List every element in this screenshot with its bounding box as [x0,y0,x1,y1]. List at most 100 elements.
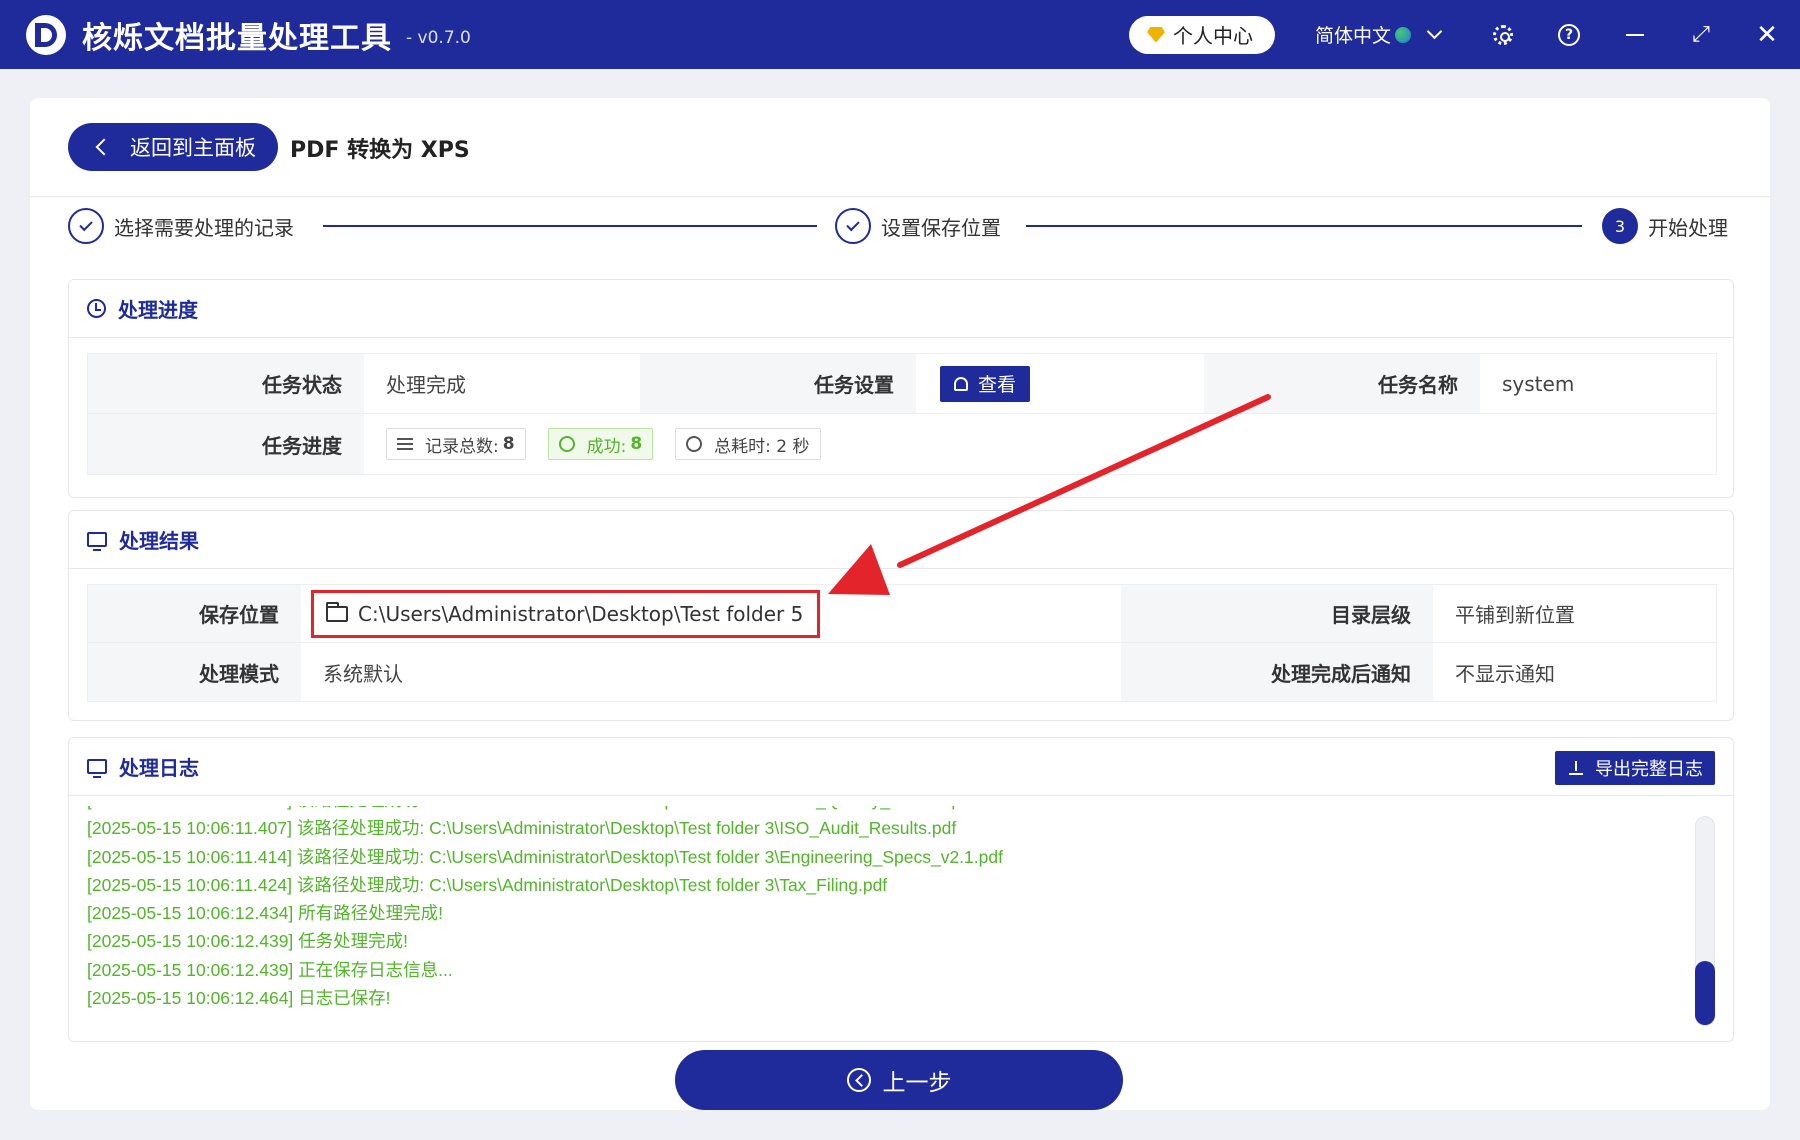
mode-label: 处理模式 [88,643,301,701]
success-label: 成功: [586,436,627,457]
log-line: [2025-05-15 10:06:11.414] 该路径处理成功: C:\Us… [87,846,1003,867]
status-label: 任务状态 [88,354,364,413]
previous-step-button[interactable]: 上一步 [675,1050,1123,1110]
main-panel: 返回到主面板 PDF 转换为 XPS 选择需要处理的记录 设置保存位置 3 开始… [30,98,1770,1110]
settings-button[interactable] [1470,0,1536,69]
success-value: 8 [630,434,643,454]
view-label: 查看 [978,374,1017,396]
step-indicator: 选择需要处理的记录 设置保存位置 3 开始处理 [68,208,1750,252]
directory-level-label: 目录层级 [1121,585,1433,642]
chevron-left-circle-icon [846,1068,871,1092]
mode-value: 系统默认 [323,661,403,686]
save-location-path[interactable]: C:\Users\Administrator\Desktop\Test fold… [311,589,821,638]
app-title: 核烁文档批量处理工具 [82,20,392,56]
check-circle-icon [558,436,575,452]
time-label: 总耗时: 2 秒 [714,436,810,457]
close-icon: ✕ [1756,19,1778,50]
result-title: 处理结果 [119,529,199,553]
list-icon [397,438,413,450]
log-list[interactable]: [2025-05-15 10:06:11.397] 该路径处理成功: C:\Us… [87,806,1687,1028]
export-log-button[interactable]: 导出完整日志 [1555,751,1715,785]
app-version: - v0.7.0 [406,27,471,48]
log-scrollbar[interactable] [1695,816,1715,1026]
log-scrollbar-thumb[interactable] [1695,961,1715,1025]
chevron-left-icon [95,138,113,156]
step-label: 开始处理 [1648,215,1728,240]
user-center-button[interactable]: 个人中心 [1128,15,1275,54]
page-title: PDF 转换为 XPS [290,138,470,163]
log-card-header: 处理日志 [69,738,1733,796]
alarm-icon [954,376,968,391]
table-row: 处理模式 系统默认 处理完成后通知 不显示通知 [88,643,1716,701]
table-row: 任务进度 记录总数: 8 成功: 8 总耗时: 2 秒 [88,414,1716,474]
gear-icon [1493,24,1513,45]
progress-title: 处理进度 [118,298,198,322]
notify-label: 处理完成后通知 [1121,643,1433,701]
save-location-cell: C:\Users\Administrator\Desktop\Test fold… [301,585,1121,642]
log-line: [2025-05-15 10:06:11.407] 该路径处理成功: C:\Us… [87,818,957,839]
result-card-header: 处理结果 [69,511,1733,569]
help-button[interactable]: ? [1536,0,1602,69]
clock-icon [87,299,106,318]
task-name-value: system [1502,371,1575,396]
diamond-icon [1146,26,1165,43]
chevron-down-icon [1426,23,1443,40]
total-label: 记录总数: [425,436,499,457]
notify-value: 不显示通知 [1455,661,1555,686]
log-title: 处理日志 [119,756,199,780]
minimize-icon [1626,33,1644,36]
globe-icon [1395,26,1411,43]
log-line: [2025-05-15 10:06:12.439] 任务处理完成! [87,931,409,952]
directory-level-value: 平铺到新位置 [1455,603,1575,627]
language-selector[interactable]: 简体中文 [1315,21,1443,48]
check-icon [68,208,104,244]
step-label: 设置保存位置 [881,215,1001,240]
table-row: 保存位置 C:\Users\Administrator\Desktop\Test… [88,585,1716,643]
total-records-tag: 记录总数: 8 [386,428,526,460]
progress-label: 任务进度 [88,414,364,474]
maximize-button[interactable]: ⤢ [1668,0,1734,69]
close-button[interactable]: ✕ [1734,0,1800,69]
previous-step-label: 上一步 [882,1070,952,1096]
table-row: 任务状态 处理完成 任务设置 查看 任务名称 system [88,354,1716,414]
monitor-icon [87,532,107,551]
clock-icon [686,436,703,452]
save-location-value: C:\Users\Administrator\Desktop\Test fold… [358,601,804,626]
minimize-button[interactable] [1602,0,1668,69]
help-icon: ? [1558,23,1580,46]
status-value: 处理完成 [386,373,466,397]
download-icon [1569,761,1583,775]
log-line: [2025-05-15 10:06:12.464] 日志已保存! [87,988,391,1009]
log-line: [2025-05-15 10:06:11.424] 该路径处理成功: C:\Us… [87,874,888,895]
settings-label: 任务设置 [640,354,916,413]
progress-tags: 记录总数: 8 成功: 8 总耗时: 2 秒 [364,414,1716,474]
log-line: [2025-05-15 10:06:12.434] 所有路径处理完成! [87,903,444,924]
user-center-label: 个人中心 [1172,24,1253,48]
settings-cell: 查看 [916,354,1204,413]
elapsed-time-tag: 总耗时: 2 秒 [675,428,821,460]
task-name-label: 任务名称 [1204,354,1480,413]
step-select-records: 选择需要处理的记录 [68,208,294,244]
step-set-location: 设置保存位置 [835,208,1001,244]
progress-card: 处理进度 任务状态 处理完成 任务设置 查看 任务名称 system 任务进度 [68,279,1734,498]
header-divider [30,196,1770,197]
export-label: 导出完整日志 [1595,759,1703,780]
log-line: [2025-05-15 10:06:11.397] 该路径处理成功: C:\Us… [87,806,1687,814]
back-to-main-button[interactable]: 返回到主面板 [68,123,278,171]
save-location-label: 保存位置 [88,585,301,642]
folder-open-icon [326,601,348,622]
success-tag: 成功: 8 [547,428,654,460]
title-bar: 核烁文档批量处理工具 - v0.7.0 个人中心 简体中文 ? ⤢ ✕ [0,0,1800,69]
view-settings-button[interactable]: 查看 [940,365,1031,402]
log-line: [2025-05-15 10:06:12.439] 正在保存日志信息... [87,959,453,980]
result-card: 处理结果 保存位置 C:\Users\Administrator\Desktop… [68,510,1734,721]
step-connector [1026,225,1582,227]
step-connector [323,225,817,227]
log-card: 处理日志 导出完整日志 [2025-05-15 10:06:11.397] 该路… [68,737,1734,1042]
result-table: 保存位置 C:\Users\Administrator\Desktop\Test… [87,584,1717,702]
total-value: 8 [502,434,515,454]
app-logo-icon [26,14,66,55]
step-number-badge: 3 [1602,208,1638,244]
step-label: 选择需要处理的记录 [114,215,294,240]
step-start-processing: 3 开始处理 [1602,208,1728,244]
